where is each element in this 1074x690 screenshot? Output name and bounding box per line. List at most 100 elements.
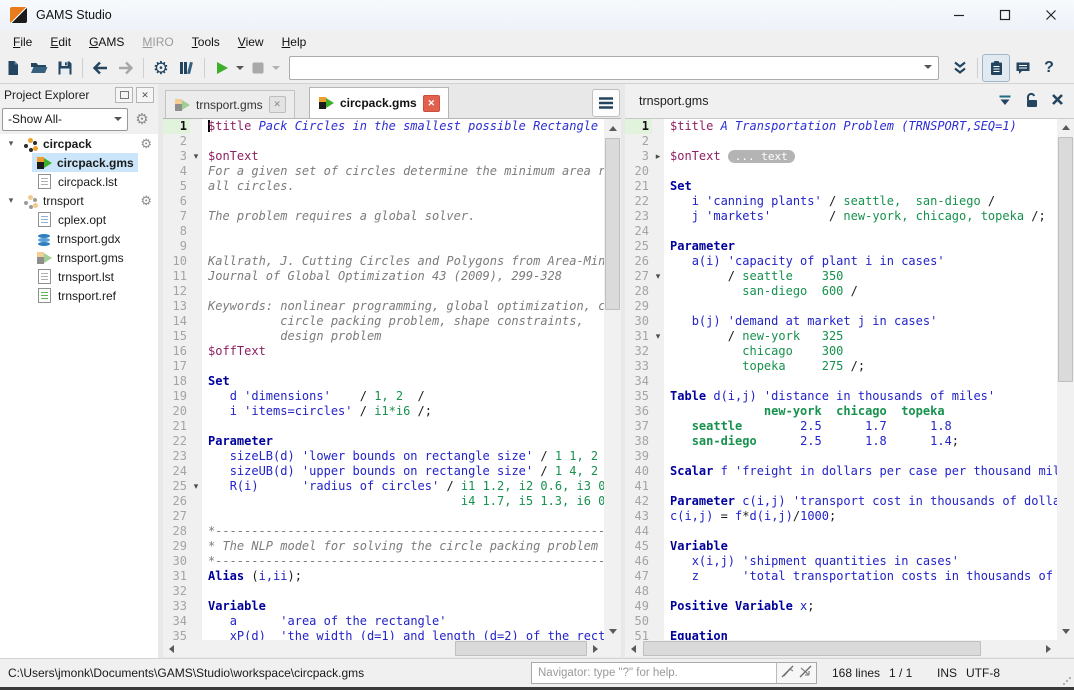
lst-file-icon xyxy=(38,269,51,284)
run-options-dropdown[interactable] xyxy=(235,55,245,81)
tree-item-trnsport.ref[interactable]: trnsport.ref xyxy=(0,286,158,305)
code-line: 33Variable xyxy=(163,599,604,614)
help-button[interactable]: ? xyxy=(1036,55,1062,81)
scroll-right-button[interactable] xyxy=(1040,640,1057,657)
tree-item-circpack.lst[interactable]: circpack.lst xyxy=(0,172,158,191)
scroll-down-button[interactable] xyxy=(1057,623,1074,640)
unlock-icon[interactable] xyxy=(1023,92,1041,111)
run-button[interactable] xyxy=(209,55,235,81)
code-line: 37 seattle 2.5 1.7 1.8 xyxy=(625,419,1057,434)
code-line: 32 chicago 300 xyxy=(625,344,1057,359)
tree-item-trnsport.gms[interactable]: trnsport.gms xyxy=(0,248,158,267)
fold-gutter xyxy=(652,449,664,464)
fold-marker-icon[interactable]: ▾ xyxy=(190,479,202,494)
tree-item-circpack[interactable]: ▾circpack⚙ xyxy=(0,134,158,153)
menu-miro[interactable]: MIRO xyxy=(133,32,182,52)
minimize-button[interactable] xyxy=(936,0,982,30)
scrollbar-thumb[interactable] xyxy=(1058,137,1073,382)
scroll-up-button[interactable] xyxy=(1057,119,1074,136)
project-options-gear-icon[interactable]: ⚙ xyxy=(140,137,152,150)
code-text: c(i,j) = f*d(i,j)/1000; xyxy=(664,509,1057,524)
scrollbar-thumb[interactable] xyxy=(605,138,620,310)
expand-arrow-icon[interactable]: ▾ xyxy=(4,195,18,206)
scrollbar-thumb[interactable] xyxy=(643,641,981,656)
settings-button[interactable]: ⚙ xyxy=(148,55,174,81)
forward-button[interactable] xyxy=(113,55,139,81)
fold-gutter xyxy=(652,179,664,194)
scroll-down-button[interactable] xyxy=(604,623,621,640)
menu-file[interactable]: File xyxy=(4,32,41,52)
resize-grip[interactable] xyxy=(1063,677,1071,685)
project-options-gear-icon[interactable]: ⚙ xyxy=(140,194,152,207)
bookmark-disabled-icon[interactable] xyxy=(780,665,795,681)
tab-circpack.gms[interactable]: circpack.gms✕ xyxy=(309,87,449,118)
back-button[interactable] xyxy=(87,55,113,81)
fold-marker-icon[interactable]: ▾ xyxy=(652,269,664,284)
tree-item-trnsport[interactable]: ▾trnsport⚙ xyxy=(0,191,158,210)
fold-gutter xyxy=(652,554,664,569)
center-code-editor[interactable]: 1$title Pack Circles in the smallest pos… xyxy=(163,118,604,641)
code-text: san-diego 2.5 1.8 1.4; xyxy=(664,434,1057,449)
explorer-settings-button[interactable]: ⚙ xyxy=(128,112,156,127)
tab-close-button[interactable]: ✕ xyxy=(269,96,286,113)
scrollbar-thumb[interactable] xyxy=(455,641,587,656)
code-text: $onText ... text xyxy=(664,149,1057,164)
tree-item-trnsport.lst[interactable]: trnsport.lst xyxy=(0,267,158,286)
right-panel-header: trnsport.gms xyxy=(625,84,1074,119)
center-editor-group: trnsport.gms✕ circpack.gms✕ 1$title Pack … xyxy=(163,84,622,658)
gams-parameters-combobox[interactable] xyxy=(289,56,939,80)
close-panel-button[interactable]: ✕ xyxy=(136,87,154,103)
menu-help[interactable]: Help xyxy=(273,32,316,52)
fold-marker-icon[interactable]: ▾ xyxy=(652,329,664,344)
extended-parameters-button[interactable] xyxy=(947,55,973,81)
stop-options-dropdown[interactable] xyxy=(271,55,281,81)
menu-gams[interactable]: GAMS xyxy=(80,32,133,52)
menu-tools[interactable]: Tools xyxy=(183,32,229,52)
scroll-up-button[interactable] xyxy=(604,120,621,137)
tab-close-button[interactable]: ✕ xyxy=(423,95,440,112)
code-line: 29 xyxy=(625,299,1057,314)
center-vertical-scrollbar[interactable] xyxy=(604,118,621,640)
scroll-right-button[interactable] xyxy=(587,640,604,657)
editor-menu-button[interactable] xyxy=(592,89,620,117)
right-code-editor[interactable]: 1$title A Transportation Problem (TRNSPO… xyxy=(625,119,1057,640)
code-text xyxy=(202,239,604,254)
scroll-left-button[interactable] xyxy=(625,640,642,657)
save-button[interactable] xyxy=(52,55,78,81)
tree-item-trnsport.gdx[interactable]: trnsport.gdx xyxy=(0,229,158,248)
fold-marker-icon[interactable]: ▾ xyxy=(190,149,202,164)
fold-marker-icon[interactable]: ▸ xyxy=(652,149,664,164)
code-text: i4 1.7, i5 1.3, i6 0.8 /; xyxy=(202,494,604,509)
tab-trnsport.gms[interactable]: trnsport.gms✕ xyxy=(165,90,295,118)
close-split-icon[interactable] xyxy=(1051,93,1064,109)
close-button[interactable] xyxy=(1028,0,1074,30)
open-file-button[interactable] xyxy=(26,55,52,81)
show-filter-select[interactable]: -Show All- xyxy=(2,108,128,131)
float-panel-button[interactable] xyxy=(115,87,133,103)
code-text xyxy=(202,224,604,239)
right-vertical-scrollbar[interactable] xyxy=(1057,119,1074,640)
tree-item-circpack.gms[interactable]: circpack.gms xyxy=(0,153,158,172)
tree-item-cplex.opt[interactable]: cplex.opt xyxy=(0,210,158,229)
line-number: 25 xyxy=(163,479,190,494)
new-file-button[interactable] xyxy=(0,55,26,81)
show-output-button[interactable] xyxy=(982,54,1010,82)
stop-button[interactable] xyxy=(245,55,271,81)
right-horizontal-scrollbar[interactable] xyxy=(625,640,1057,657)
menu-view[interactable]: View xyxy=(229,32,273,52)
model-library-button[interactable] xyxy=(174,55,200,81)
maximize-button[interactable] xyxy=(982,0,1028,30)
fold-gutter xyxy=(652,539,664,554)
line-number: 7 xyxy=(163,209,190,224)
menu-edit[interactable]: Edit xyxy=(41,32,80,52)
log-comment-button[interactable] xyxy=(1010,55,1036,81)
code-text xyxy=(202,284,604,299)
expand-arrow-icon[interactable]: ▾ xyxy=(4,138,18,149)
split-options-dropdown-icon[interactable] xyxy=(997,93,1013,110)
fold-gutter xyxy=(652,239,664,254)
navigator-input[interactable]: Navigator: type "?" for help. xyxy=(531,662,817,684)
follow-disabled-icon[interactable] xyxy=(798,665,813,681)
center-horizontal-scrollbar[interactable] xyxy=(163,640,604,657)
scroll-left-button[interactable] xyxy=(163,640,180,657)
code-text xyxy=(202,359,604,374)
